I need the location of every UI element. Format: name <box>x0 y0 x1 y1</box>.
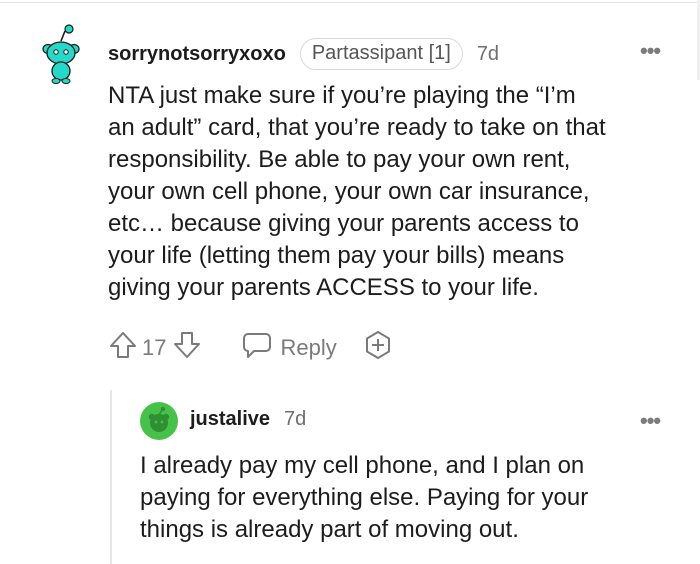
award-plus-icon[interactable] <box>363 330 393 366</box>
comment-age: 7d <box>476 42 500 65</box>
thread-line <box>110 390 112 564</box>
snoo-avatar-icon[interactable] <box>140 402 178 445</box>
comment-body: NTA just make sure if you’re playing the… <box>108 82 606 301</box>
upvote-arrow-icon[interactable] <box>108 330 138 366</box>
reply-label: Reply <box>280 335 337 360</box>
speech-bubble-icon <box>242 331 272 365</box>
more-options-icon[interactable]: ••• <box>640 40 661 62</box>
username[interactable]: sorrynotsorryxoxo <box>108 43 286 66</box>
top-divider <box>0 2 700 3</box>
username[interactable]: justalive <box>190 408 270 431</box>
comment-meta: justalive 7d <box>190 408 306 431</box>
comment-age: 7d <box>284 408 307 430</box>
more-options-icon[interactable]: ••• <box>640 410 661 432</box>
user-flair-badge: Partassipant [1] <box>299 38 463 70</box>
vote-count: 17 <box>142 335 167 360</box>
snoo-avatar-icon[interactable] <box>38 24 84 89</box>
reply-button[interactable]: Reply <box>242 331 337 365</box>
comment-meta: sorrynotsorryxoxo Partassipant [1] 7d <box>108 38 499 70</box>
downvote-arrow-icon[interactable] <box>172 330 202 366</box>
comment-body: I already pay my cell phone, and I plan … <box>140 452 589 543</box>
comment-actions: 17 Reply <box>108 330 393 366</box>
